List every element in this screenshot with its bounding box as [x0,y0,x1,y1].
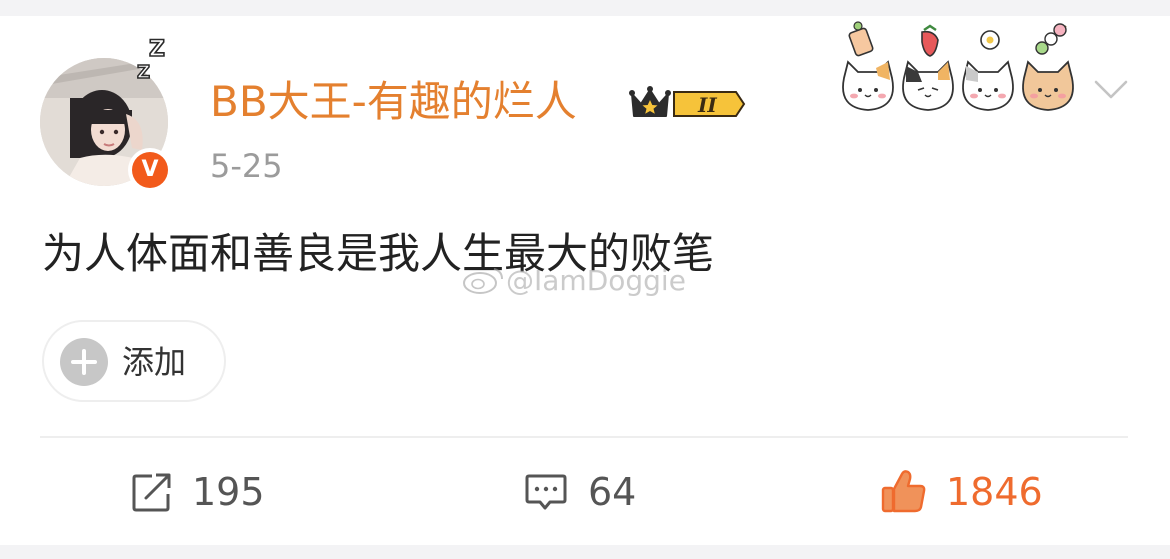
comment-button[interactable]: 64 [524,466,644,516]
watermark-text: @IamDoggie [506,264,686,297]
like-count: 1846 [946,470,1043,514]
repost-button[interactable]: 195 [130,466,270,516]
add-button-label: 添加 [122,343,187,381]
thumbs-up-icon [881,470,926,513]
post-date[interactable]: 5-25 [210,144,283,188]
verified-badge-icon: V [128,148,172,192]
cat-sticker-1-icon [842,60,894,111]
sleeping-zzz-icon: Z Z [136,36,166,84]
cat-stickers-decoration [842,21,1074,111]
strawberry-sticker-icon [921,24,939,57]
bottom-separator [0,545,1170,559]
comment-count: 64 [588,470,637,514]
flower-sticker-icon [980,30,1000,50]
member-level-text: II [697,93,717,117]
svg-text:Z: Z [149,37,165,62]
cat-sticker-3-icon [962,60,1014,111]
plus-icon [60,338,108,386]
comment-bubble-icon [525,474,567,510]
share-out-icon [132,473,171,512]
top-separator [0,0,1170,16]
cat-sticker-4-icon [1022,60,1074,111]
weibo-post-card: Z Z V BB大王-有趣的烂人 II 5-25 为人体面和善良是我人生最大的败… [0,0,1170,559]
like-button[interactable]: 1846 [880,466,1050,516]
svg-text:Z: Z [137,62,150,83]
weibo-logo-icon [463,268,503,294]
watermark: @IamDoggie [462,264,686,298]
verified-mark: V [132,152,168,188]
drink-sticker-icon [848,21,874,57]
crown-member-badge-icon[interactable]: II [628,84,746,124]
add-button[interactable]: 添加 [42,320,226,402]
dango-sticker-icon [1035,23,1067,55]
chevron-down-icon[interactable] [1092,76,1130,104]
cat-sticker-2-icon [902,60,954,111]
repost-count: 195 [192,470,265,514]
username-link[interactable]: BB大王-有趣的烂人 [210,74,577,130]
divider [40,436,1128,438]
